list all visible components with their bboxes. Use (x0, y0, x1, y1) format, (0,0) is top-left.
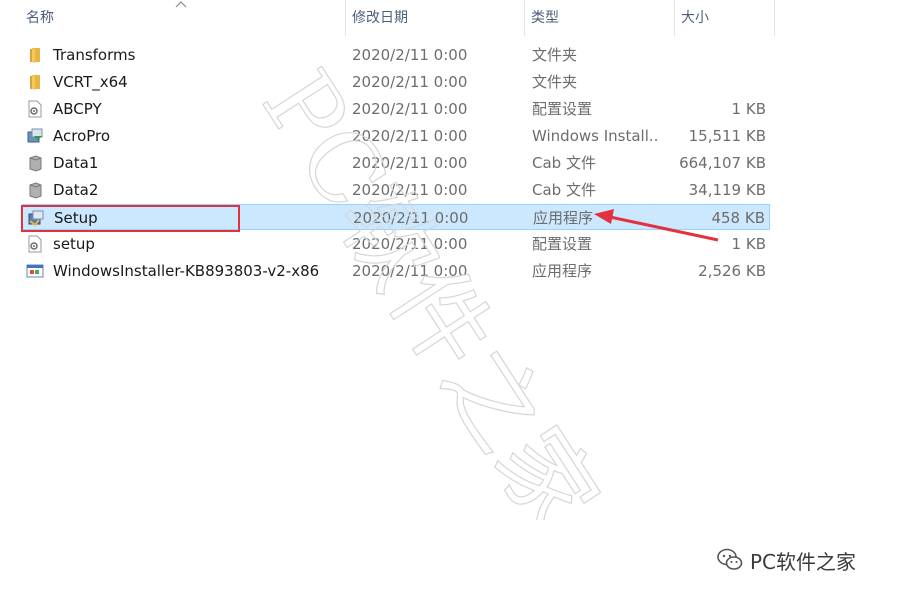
file-date: 2020/2/11 0:00 (352, 235, 468, 253)
file-date: 2020/2/11 0:00 (352, 262, 468, 280)
file-row-transforms[interactable]: Transforms 2020/2/11 0:00 文件夹 (22, 42, 770, 68)
file-type: 文件夹 (532, 73, 578, 91)
file-date: 2020/2/11 0:00 (352, 100, 468, 118)
file-type: Cab 文件 (532, 181, 596, 199)
folder-icon (30, 75, 40, 90)
file-name: Data2 (53, 181, 99, 199)
file-type: 配置设置 (532, 100, 593, 118)
column-header-name[interactable]: 名称 (20, 0, 345, 36)
column-header-type[interactable]: 类型 (525, 0, 674, 36)
file-name: ABCPY (53, 100, 102, 118)
file-name: VCRT_x64 (53, 73, 128, 91)
column-header: 名称 修改日期 类型 大小 (0, 0, 900, 36)
config-file-icon (28, 235, 42, 253)
column-header-date[interactable]: 修改日期 (346, 0, 524, 36)
config-file-icon (28, 100, 42, 118)
file-date: 2020/2/11 0:00 (353, 209, 469, 227)
file-row-acropro[interactable]: AcroPro 2020/2/11 0:00 Windows Install..… (22, 123, 770, 149)
file-type: 应用程序 (532, 262, 593, 280)
file-name: Data1 (53, 154, 99, 172)
cab-file-icon (29, 155, 42, 172)
file-type: Windows Install... (532, 127, 660, 145)
file-size: 1 KB (731, 235, 766, 253)
folder-icon (30, 48, 40, 63)
file-size: 34,119 KB (688, 181, 766, 199)
brand-badge: PC软件之家 (716, 544, 856, 576)
file-date: 2020/2/11 0:00 (352, 154, 468, 172)
column-divider[interactable] (774, 0, 775, 36)
file-size: 2,526 KB (698, 262, 766, 280)
file-date: 2020/2/11 0:00 (352, 127, 468, 145)
file-name: Transforms (53, 46, 136, 64)
file-name: WindowsInstaller-KB893803-v2-x86 (53, 262, 320, 280)
file-date: 2020/2/11 0:00 (352, 46, 468, 64)
windows-app-icon (26, 264, 44, 278)
brand-text: PC软件之家 (750, 549, 857, 574)
column-header-size[interactable]: 大小 (675, 0, 774, 36)
file-row-windowsinstaller[interactable]: WindowsInstaller-KB893803-v2-x86 2020/2/… (22, 258, 770, 284)
file-row-data2[interactable]: Data2 2020/2/11 0:00 Cab 文件 34,119 KB (22, 177, 770, 203)
file-type: Cab 文件 (532, 154, 596, 172)
wechat-icon (717, 548, 743, 570)
annotation-highlight-box (21, 205, 240, 232)
file-row-abcpy[interactable]: ABCPY 2020/2/11 0:00 配置设置 1 KB (22, 96, 770, 122)
file-date: 2020/2/11 0:00 (352, 181, 468, 199)
file-type: 文件夹 (532, 46, 578, 64)
installer-icon (27, 128, 43, 143)
file-size: 1 KB (731, 100, 766, 118)
file-row-vcrt-x64[interactable]: VCRT_x64 2020/2/11 0:00 文件夹 (22, 69, 770, 95)
cab-file-icon (29, 182, 42, 199)
file-date: 2020/2/11 0:00 (352, 73, 468, 91)
annotation-arrow (594, 209, 719, 242)
file-name: AcroPro (53, 127, 111, 145)
file-size: 664,107 KB (679, 154, 766, 172)
file-size: 15,511 KB (688, 127, 766, 145)
file-row-data1[interactable]: Data1 2020/2/11 0:00 Cab 文件 664,107 KB (22, 150, 770, 176)
file-name: setup (53, 235, 95, 253)
